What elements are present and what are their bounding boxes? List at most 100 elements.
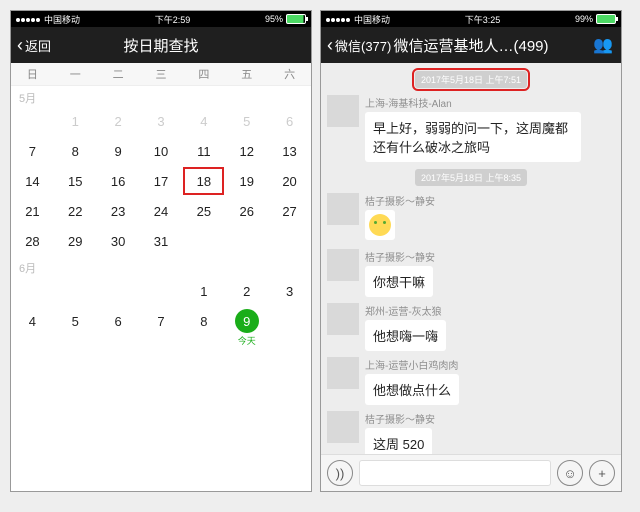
avatar[interactable]	[327, 95, 359, 127]
date-cell[interactable]: 19	[225, 166, 268, 196]
date-cell[interactable]: 8	[182, 306, 225, 336]
date-cell[interactable]: 24	[140, 196, 183, 226]
message-bubble[interactable]: 他想做点什么	[365, 374, 459, 405]
nav-title: 微信运营基地人…(499)	[393, 35, 548, 56]
date-cell[interactable]: 21	[11, 196, 54, 226]
back-button[interactable]: ‹微信(377)	[327, 35, 391, 56]
carrier: 中国移动	[354, 13, 390, 26]
message-bubble[interactable]: 早上好，弱弱的问一下，这周魔都还有什么破冰之旅吗	[365, 112, 581, 162]
sender-name: 郑州-运营-灰太狼	[365, 303, 615, 318]
date-cell[interactable]: 6	[268, 106, 311, 136]
chevron-left-icon: ‹	[17, 35, 23, 56]
sender-name: 桔子摄影～静安	[365, 193, 615, 208]
date-cell[interactable]: 1	[54, 106, 97, 136]
back-label: 返回	[25, 36, 51, 55]
date-cell[interactable]: 20	[268, 166, 311, 196]
date-cell[interactable]: 12	[225, 136, 268, 166]
date-cell[interactable]: 7	[140, 306, 183, 336]
date-cell[interactable]: 14	[11, 166, 54, 196]
avatar[interactable]	[327, 303, 359, 335]
date-cell[interactable]: 6	[97, 306, 140, 336]
status-bar: 中国移动 下午3:25 99%	[321, 11, 621, 27]
date-cell[interactable]: 13	[268, 136, 311, 166]
avatar[interactable]	[327, 249, 359, 281]
date-cell[interactable]: 8	[54, 136, 97, 166]
date-cell[interactable]: 5	[225, 106, 268, 136]
date-cell[interactable]: 10	[140, 136, 183, 166]
message-bubble[interactable]	[365, 210, 395, 240]
message-bubble[interactable]: 这周 520	[365, 428, 432, 454]
message-row: 上海-运营小白鸡肉肉他想做点什么	[321, 354, 621, 408]
date-cell[interactable]: 7	[11, 136, 54, 166]
weekday-cell: 六	[268, 63, 311, 85]
calendar-body[interactable]: 日一二三四五六 5月 12345678910111213141516171819…	[11, 63, 311, 491]
message-row: 桔子摄影～静安	[321, 190, 621, 246]
calendar-screen: 中国移动 下午2:59 95% ‹返回 按日期查找 日一二三四五六 5月 123…	[10, 10, 312, 492]
date-cell[interactable]: 30	[97, 226, 140, 256]
date-cell[interactable]: 25	[182, 196, 225, 226]
date-cell[interactable]: 22	[54, 196, 97, 226]
month-label-june: 6月	[11, 256, 311, 276]
back-label: 微信(377)	[335, 36, 391, 55]
add-person-icon[interactable]: 👥	[593, 35, 613, 55]
weekday-cell: 三	[140, 63, 183, 85]
battery-icon	[596, 14, 616, 24]
sender-name: 上海-海基科技-Alan	[365, 95, 615, 110]
date-cell[interactable]: 1	[182, 276, 225, 306]
weekday-cell: 日	[11, 63, 54, 85]
date-cell[interactable]: 28	[11, 226, 54, 256]
date-cell[interactable]: 2	[97, 106, 140, 136]
date-cell[interactable]: 9	[225, 306, 268, 336]
weekday-cell: 二	[97, 63, 140, 85]
nav-bar: ‹返回 按日期查找	[11, 27, 311, 63]
back-button[interactable]: ‹返回	[17, 35, 51, 56]
avatar[interactable]	[327, 411, 359, 443]
sender-name: 上海-运营小白鸡肉肉	[365, 357, 615, 372]
date-cell[interactable]: 3	[140, 106, 183, 136]
voice-icon[interactable]: ))	[327, 460, 353, 486]
date-cell[interactable]: 2	[225, 276, 268, 306]
date-cell[interactable]: 5	[54, 306, 97, 336]
message-bubble[interactable]: 他想嗨一嗨	[365, 320, 446, 351]
month-grid-june: 123 456789今天	[11, 276, 311, 347]
timestamp: 2017年5月18日 上午7:51	[415, 71, 527, 88]
weekday-cell: 五	[225, 63, 268, 85]
weekday-header: 日一二三四五六	[11, 63, 311, 86]
date-cell[interactable]: 3	[268, 276, 311, 306]
date-cell[interactable]: 31	[140, 226, 183, 256]
date-cell[interactable]: 4	[11, 306, 54, 336]
date-cell[interactable]: 4	[182, 106, 225, 136]
today-label: 今天	[225, 334, 268, 347]
nav-title: 按日期查找	[123, 35, 198, 56]
sender-name: 桔子摄影～静安	[365, 411, 615, 426]
chat-scroll[interactable]: 2017年5月18日 上午7:51 上海-海基科技-Alan 早上好，弱弱的问一下，…	[321, 63, 621, 454]
date-cell[interactable]: 17	[140, 166, 183, 196]
date-cell[interactable]: 27	[268, 196, 311, 226]
message-bubble[interactable]: 你想干嘛	[365, 266, 433, 297]
message-row: 桔子摄影～静安这周 520	[321, 408, 621, 454]
date-cell[interactable]: 15	[54, 166, 97, 196]
date-cell[interactable]: 11	[182, 136, 225, 166]
date-cell[interactable]: 18	[182, 166, 225, 196]
input-bar: )) ☺ +	[321, 454, 621, 491]
date-cell[interactable]: 9	[97, 136, 140, 166]
message-input[interactable]	[359, 460, 551, 486]
date-cell[interactable]: 29	[54, 226, 97, 256]
battery-pct: 95%	[265, 14, 283, 24]
date-cell[interactable]: 23	[97, 196, 140, 226]
plus-icon[interactable]: +	[589, 460, 615, 486]
message-row: 上海-海基科技-Alan 早上好，弱弱的问一下，这周魔都还有什么破冰之旅吗	[321, 92, 621, 165]
date-cell[interactable]: 16	[97, 166, 140, 196]
avatar[interactable]	[327, 357, 359, 389]
avatar[interactable]	[327, 193, 359, 225]
status-bar: 中国移动 下午2:59 95%	[11, 11, 311, 27]
timestamp: 2017年5月18日 上午8:35	[415, 169, 527, 186]
battery-pct: 99%	[575, 14, 593, 24]
chat-screen: 中国移动 下午3:25 99% ‹微信(377) 微信运营基地人…(499) 👥…	[320, 10, 622, 492]
emoji-icon[interactable]: ☺	[557, 460, 583, 486]
month-grid-may: 1234567891011121314151617181920212223242…	[11, 106, 311, 256]
sender-name: 桔子摄影～静安	[365, 249, 615, 264]
chevron-left-icon: ‹	[327, 35, 333, 56]
date-cell[interactable]: 26	[225, 196, 268, 226]
status-time: 下午2:59	[155, 13, 191, 26]
